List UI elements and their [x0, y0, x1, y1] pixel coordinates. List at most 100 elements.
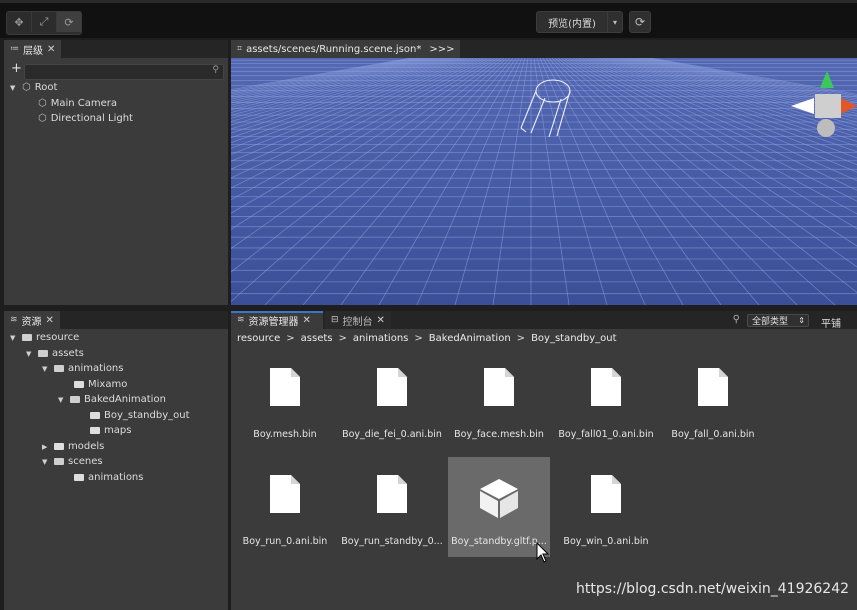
- preview-dropdown-button[interactable]: ▾: [608, 11, 623, 33]
- file-icon: [270, 368, 300, 406]
- resources-tabbar: ≋ 资源 ✕: [4, 311, 228, 329]
- expand-arrow-icon[interactable]: ▶: [42, 443, 50, 451]
- folder-open-icon: [54, 458, 64, 465]
- preview-control: 预览(内置) ▾ ⟳: [536, 11, 651, 33]
- asset-item[interactable]: Boy_face.mesh.bin: [446, 350, 552, 450]
- expand-arrow-icon[interactable]: ▼: [42, 458, 50, 466]
- folder-label: resource: [36, 332, 80, 343]
- close-icon[interactable]: ✕: [303, 315, 311, 326]
- folder-label: Boy_standby_out: [104, 410, 190, 421]
- folder-open-icon: [70, 396, 80, 403]
- tree-folder-maps[interactable]: maps: [90, 423, 131, 438]
- breadcrumb-separator: >: [338, 333, 347, 344]
- breadcrumb-item[interactable]: Boy_standby_out: [531, 333, 616, 344]
- expand-arrow-icon[interactable]: ▼: [42, 365, 50, 373]
- folder-label: assets: [52, 348, 84, 359]
- scene-viewport[interactable]: [231, 58, 857, 305]
- folder-label: BakedAnimation: [84, 394, 166, 405]
- tab-resources[interactable]: ≋ 资源 ✕: [4, 311, 60, 329]
- scene-grid: [231, 58, 857, 305]
- asset-item-selected[interactable]: Boy_standby.gltf.p...: [448, 457, 550, 563]
- tree-folder-bakedanimation[interactable]: ▼ BakedAnimation: [58, 392, 166, 407]
- tree-folder-animations[interactable]: ▼ animations: [42, 361, 123, 376]
- tree-folder-mixamo[interactable]: Mixamo: [74, 377, 127, 392]
- tree-folder-boy-standby-out[interactable]: Boy_standby_out: [90, 408, 189, 423]
- tree-folder-resource[interactable]: ▼ resource: [10, 330, 79, 345]
- tree-folder-scenes[interactable]: ▼ scenes: [42, 454, 103, 469]
- breadcrumb-item[interactable]: resource: [237, 333, 280, 344]
- asset-name: Boy_fall_0.ani.bin: [671, 429, 755, 440]
- asset-item[interactable]: Boy.mesh.bin: [232, 350, 338, 450]
- asset-item[interactable]: Boy_die_fei_0.ani.bin: [339, 350, 445, 450]
- tab-scene-label: assets/scenes/Running.scene.json*: [246, 43, 422, 55]
- asset-item[interactable]: Boy_fall_0.ani.bin: [660, 350, 766, 450]
- folder-label: animations: [88, 472, 144, 483]
- close-icon[interactable]: ✕: [46, 315, 54, 326]
- asset-name: Boy_standby.gltf.p...: [451, 536, 547, 547]
- console-icon: ⊟: [331, 315, 339, 325]
- breadcrumb-item[interactable]: BakedAnimation: [429, 333, 511, 344]
- asset-item[interactable]: Boy_run_standby_0...: [339, 457, 445, 557]
- tree-node-directional-light[interactable]: ⬡ Directional Light: [38, 111, 133, 126]
- tab-asset-manager[interactable]: ≋ 资源管理器 ✕: [231, 311, 323, 329]
- tab-console[interactable]: ⊟ 控制台 ✕: [325, 311, 391, 329]
- breadcrumb-item[interactable]: animations: [353, 333, 408, 344]
- expand-arrow-icon[interactable]: ▼: [10, 334, 18, 342]
- folder-open-icon: [22, 334, 32, 341]
- folder-label: maps: [104, 425, 132, 436]
- scale-icon: ⤢: [39, 15, 49, 28]
- scene-icon: ⌗: [237, 44, 243, 54]
- tab-scene[interactable]: ⌗ assets/scenes/Running.scene.json* >>>: [231, 40, 461, 58]
- node-cube-icon: ⬡: [38, 98, 47, 109]
- asset-name: Boy_die_fei_0.ani.bin: [342, 429, 442, 440]
- tree-folder-assets[interactable]: ▼ assets: [26, 346, 84, 361]
- rotate-tool-button[interactable]: ⟳: [57, 12, 81, 32]
- expand-arrow-icon[interactable]: ▼: [10, 84, 18, 92]
- add-node-button[interactable]: +: [11, 61, 22, 76]
- hierarchy-tabbar: ≔ 层级 ✕: [4, 40, 228, 58]
- more-tabs-button[interactable]: >>>: [429, 44, 454, 55]
- breadcrumb-item[interactable]: assets: [301, 333, 333, 344]
- asset-item[interactable]: Boy_fall01_0.ani.bin: [553, 350, 659, 450]
- view-mode-toggle[interactable]: 平铺: [821, 315, 841, 330]
- close-icon[interactable]: ✕: [47, 44, 55, 55]
- move-icon: ✥: [14, 15, 24, 29]
- folder-icon: [74, 381, 84, 388]
- search-icon: ⚲: [212, 65, 219, 75]
- folder-open-icon: [38, 350, 48, 357]
- scale-tool-button[interactable]: ⤢: [32, 12, 57, 32]
- scene-tabbar: ⌗ assets/scenes/Running.scene.json* >>>: [231, 40, 857, 58]
- asset-name: Boy_face.mesh.bin: [454, 429, 544, 440]
- folder-label: Mixamo: [88, 379, 128, 390]
- close-icon[interactable]: ✕: [377, 315, 385, 326]
- resources-panel: ≋ 资源 ✕ ▼ resource ▼ assets ▼ animations Mix…: [4, 311, 228, 610]
- asset-name: Boy_win_0.ani.bin: [563, 536, 649, 547]
- preview-button[interactable]: 预览(内置): [536, 11, 608, 33]
- hierarchy-search-input[interactable]: ⚲: [24, 64, 224, 80]
- asset-item[interactable]: Boy_run_0.ani.bin: [232, 457, 338, 557]
- tab-resources-label: 资源: [21, 316, 42, 328]
- refresh-button[interactable]: ⟳: [629, 11, 651, 33]
- tab-hierarchy-label: 层级: [23, 45, 43, 57]
- expand-arrow-icon[interactable]: ▼: [26, 350, 34, 358]
- tab-hierarchy[interactable]: ≔ 层级 ✕: [4, 40, 62, 58]
- transform-tool-group: ✥ ⤢ ⟳: [6, 11, 82, 35]
- asset-name: Boy_run_0.ani.bin: [242, 536, 328, 547]
- move-tool-button[interactable]: ✥: [7, 12, 32, 32]
- tree-node-root[interactable]: ▼ ⬡ Root: [10, 80, 57, 95]
- asset-type-filter[interactable]: 全部类型 ⇕: [747, 314, 809, 327]
- tab-console-label: 控制台: [342, 316, 373, 328]
- tree-node-main-camera[interactable]: ⬡ Main Camera: [38, 96, 117, 111]
- expand-arrow-icon[interactable]: ▼: [58, 396, 66, 404]
- asset-name: Boy.mesh.bin: [253, 429, 317, 440]
- asset-item[interactable]: Boy_win_0.ani.bin: [553, 457, 659, 557]
- tree-folder-scene-animations[interactable]: animations: [74, 470, 143, 485]
- folder-icon: [90, 427, 100, 434]
- top-toolbar: ✥ ⤢ ⟳ 预览(内置) ▾ ⟳: [0, 0, 857, 38]
- search-icon[interactable]: ⚲: [733, 314, 740, 325]
- asset-type-filter-label: 全部类型: [752, 317, 789, 327]
- file-icon: [591, 475, 621, 513]
- node-cube-icon: ⬡: [22, 82, 31, 93]
- tree-folder-models[interactable]: ▶ models: [42, 439, 104, 454]
- folder-icon: [54, 443, 64, 450]
